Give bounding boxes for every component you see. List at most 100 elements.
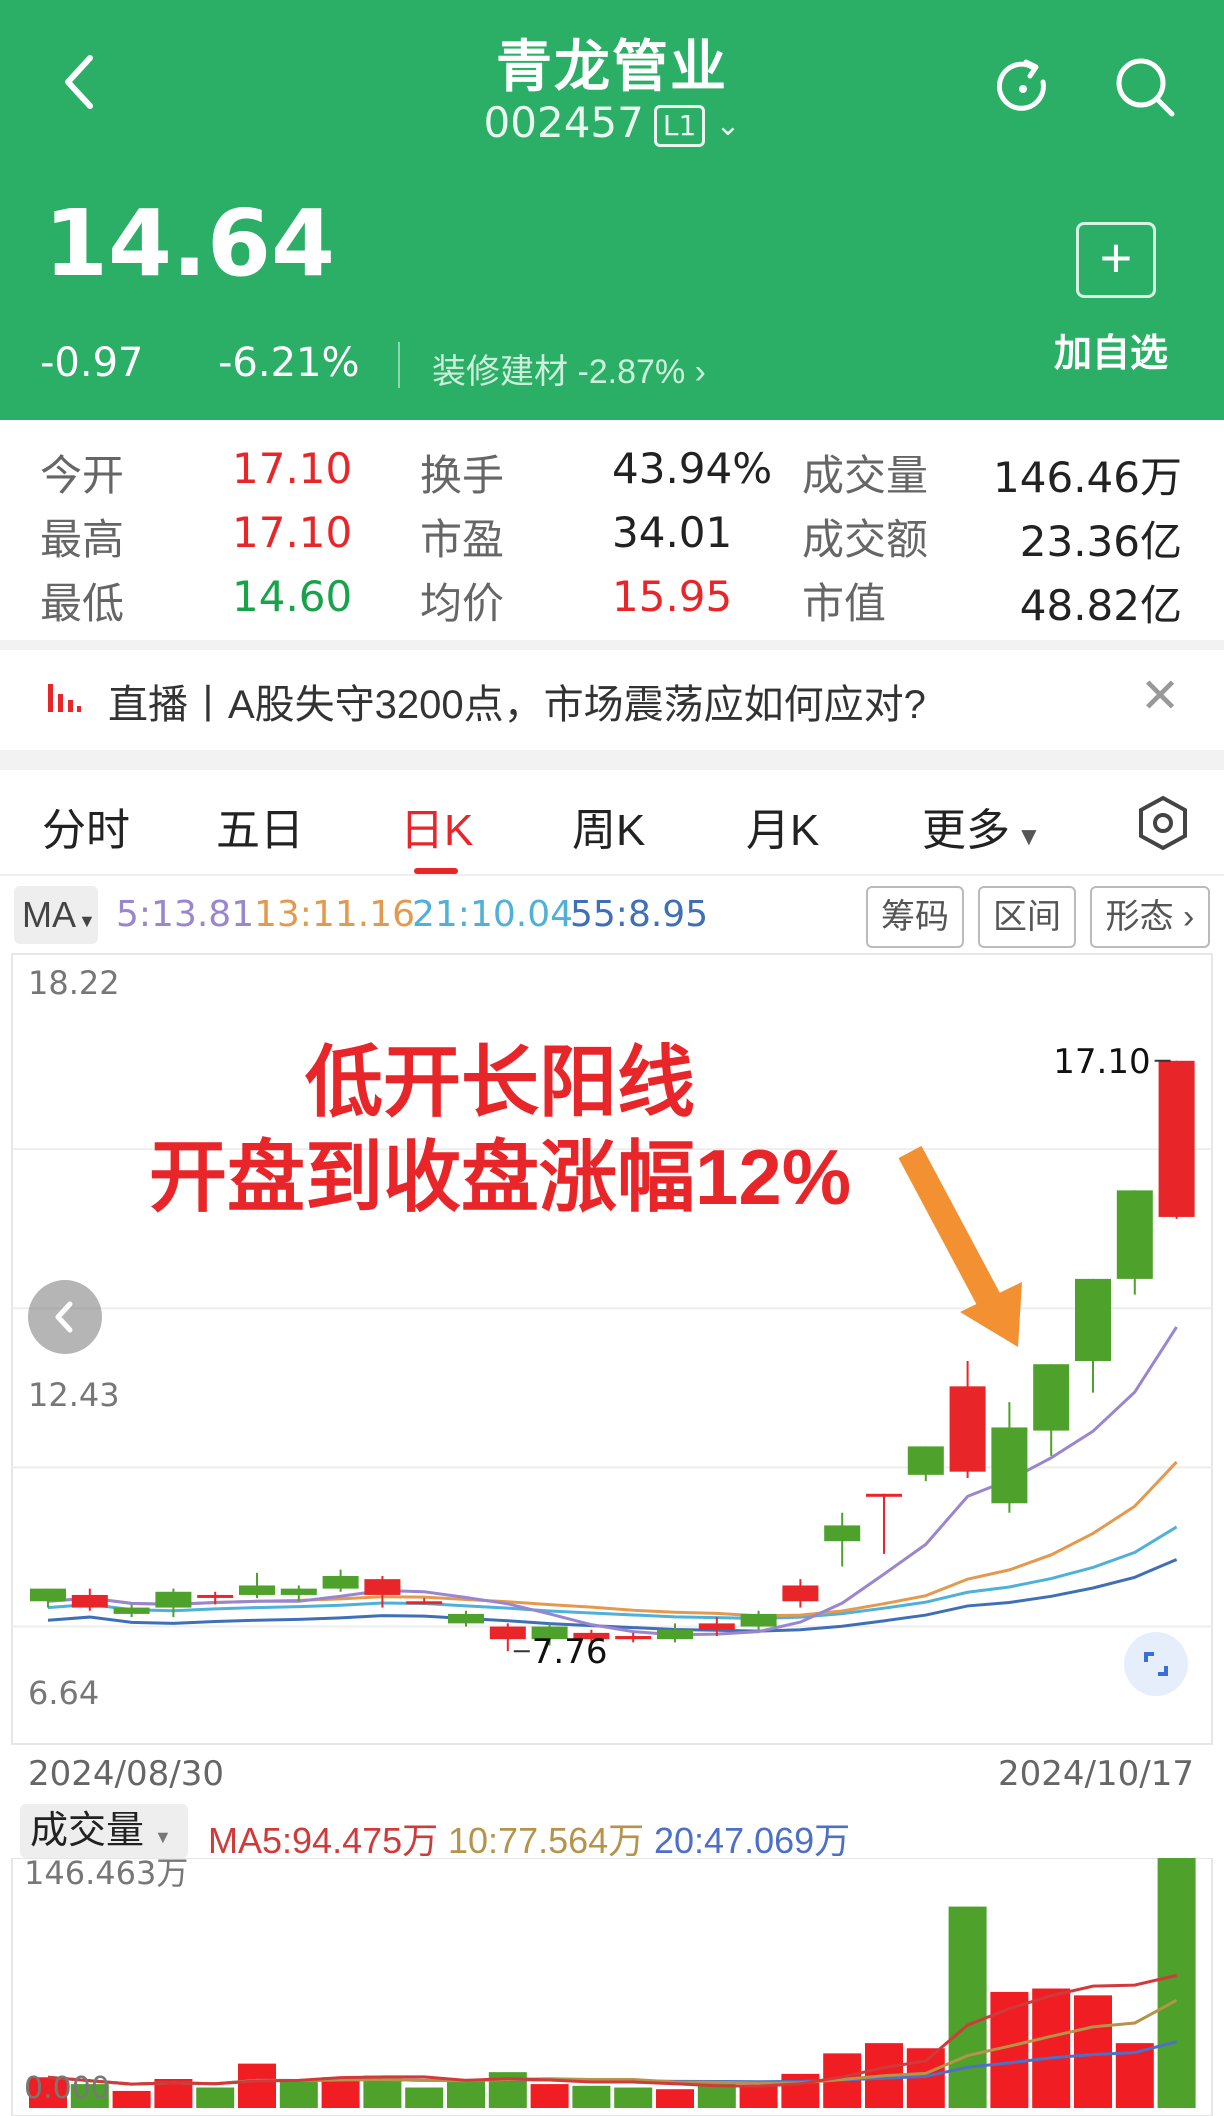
candle-body bbox=[991, 1427, 1028, 1504]
chevron-down-icon[interactable]: ⌄ bbox=[715, 108, 740, 143]
volume-bar bbox=[405, 2087, 444, 2108]
y-tick-label: 18.22 bbox=[28, 964, 120, 1002]
close-icon[interactable]: ✕ bbox=[1140, 668, 1180, 724]
news-text[interactable]: 直播丨A股失守3200点，市场震荡应如何应对? bbox=[108, 672, 926, 730]
add-watchlist-label[interactable]: 加自选 bbox=[1054, 322, 1168, 377]
stat-value-mktcap: 48.82亿 bbox=[1019, 581, 1182, 630]
add-watchlist-button[interactable]: + bbox=[1076, 222, 1156, 298]
volume-bar bbox=[196, 2087, 235, 2108]
stat-label: 今开 bbox=[40, 452, 125, 499]
candle-body bbox=[448, 1613, 484, 1624]
volume-bar bbox=[781, 2073, 820, 2108]
tab-five-day[interactable]: 五日 bbox=[216, 794, 304, 858]
vol-ma5-value: MA5:94.475万 bbox=[208, 1820, 439, 1861]
vol-ma10-value: 10:77.564万 bbox=[448, 1820, 645, 1861]
candle-body bbox=[113, 1607, 150, 1614]
volume-min-label: 0.000 bbox=[24, 2071, 110, 2106]
ma13-value: 13:11.16 bbox=[254, 894, 415, 935]
candle-body bbox=[489, 1626, 526, 1640]
tab-intraday[interactable]: 分时 bbox=[42, 794, 130, 858]
candle-body bbox=[866, 1493, 902, 1497]
high-label: 17.10 bbox=[1053, 1042, 1150, 1082]
stat-value-open: 17.10 bbox=[232, 444, 353, 493]
candle-body bbox=[30, 1588, 66, 1602]
volume-bar bbox=[321, 2077, 360, 2108]
pattern-button[interactable]: 形态 › bbox=[1090, 886, 1210, 948]
quote-stats: 今开 17.10 最高 17.10 最低 14.60 换手 43.94% 市盈 … bbox=[0, 420, 1224, 650]
low-label: 7.76 bbox=[532, 1632, 608, 1672]
volume-frame bbox=[11, 1858, 1213, 2116]
search-icon[interactable] bbox=[1110, 52, 1180, 122]
date-end: 2024/10/17 bbox=[998, 1754, 1194, 1794]
volume-bar bbox=[1157, 1858, 1196, 2108]
candle-body bbox=[1075, 1278, 1111, 1362]
candle-body bbox=[406, 1601, 443, 1605]
candle-body bbox=[782, 1585, 819, 1602]
candle-body bbox=[155, 1591, 192, 1608]
tab-daily-k[interactable]: 日K bbox=[400, 794, 473, 858]
candle-body bbox=[364, 1579, 401, 1595]
price-change-pct: -6.21% bbox=[218, 340, 360, 386]
price-change: -0.97 bbox=[40, 340, 144, 386]
stat-label: 最高 bbox=[40, 516, 125, 563]
ma-label: MA bbox=[22, 894, 76, 935]
candle-body bbox=[1116, 1190, 1153, 1279]
annotation-line2: 开盘到收盘涨幅12% bbox=[148, 1133, 852, 1221]
volume-legend-row: 成交量 ▼ MA5:94.475万 10:77.564万 20:47.069万 bbox=[0, 1798, 1224, 1861]
stat-label: 市盈 bbox=[420, 516, 505, 563]
candle-body bbox=[239, 1585, 275, 1595]
volume-label: 成交量 bbox=[30, 1810, 145, 1852]
tab-more-label: 更多 bbox=[922, 806, 1010, 855]
volume-bar bbox=[948, 1906, 987, 2108]
volume-bar bbox=[1032, 1988, 1071, 2108]
stat-value-amount: 23.36亿 bbox=[1019, 517, 1182, 566]
divider bbox=[0, 750, 1224, 770]
sector-link[interactable]: 装修建材 -2.87% › bbox=[432, 344, 706, 393]
ma55-value: 55:8.95 bbox=[570, 894, 709, 935]
ma21-value: 21:10.04 bbox=[412, 894, 573, 935]
stat-value-low: 14.60 bbox=[232, 572, 353, 621]
stock-header: 青龙管业 002457 L1 ⌄ 14.64 -0.97 -6.21% 装修建材 -… bbox=[0, 0, 1224, 420]
stat-label: 市值 bbox=[802, 580, 887, 627]
divider bbox=[398, 342, 400, 388]
stock-code: 002457 bbox=[483, 98, 644, 147]
candle-body bbox=[615, 1636, 652, 1640]
ma21-line bbox=[47, 1525, 1178, 1620]
tab-monthly-k[interactable]: 月K bbox=[746, 794, 819, 858]
candle-body bbox=[907, 1446, 944, 1475]
volume-bar bbox=[1074, 1995, 1112, 2108]
candle-body bbox=[1158, 1060, 1195, 1217]
settings-hex-icon[interactable] bbox=[1134, 794, 1192, 852]
chips-button[interactable]: 筹码 bbox=[866, 886, 964, 948]
volume-selector[interactable]: 成交量 ▼ bbox=[20, 1804, 188, 1858]
stat-label: 换手 bbox=[420, 452, 505, 499]
current-price: 14.64 bbox=[44, 190, 336, 297]
volume-bar bbox=[739, 2085, 778, 2108]
fullscreen-icon[interactable] bbox=[1124, 1632, 1188, 1696]
ma-selector[interactable]: MA ▼ bbox=[14, 886, 98, 944]
range-button[interactable]: 区间 bbox=[978, 886, 1076, 948]
active-tab-indicator bbox=[414, 868, 458, 874]
volume-bar bbox=[279, 2080, 318, 2108]
candle-body bbox=[322, 1575, 359, 1589]
y-tick-label: 12.43 bbox=[28, 1376, 120, 1414]
tab-weekly-k[interactable]: 周K bbox=[572, 794, 645, 858]
chevron-left-icon[interactable] bbox=[28, 1280, 102, 1354]
caret-down-icon: ▼ bbox=[154, 1827, 172, 1847]
live-bars-icon bbox=[48, 684, 81, 712]
tab-more[interactable]: 更多 ▼ bbox=[922, 794, 1042, 858]
candle-body bbox=[1033, 1364, 1070, 1431]
volume-bar bbox=[447, 2080, 485, 2108]
volume-max-label: 146.463万 bbox=[24, 1858, 188, 1892]
volume-chart[interactable]: 146.463万 0.000 bbox=[0, 1858, 1224, 2116]
volume-bar bbox=[530, 2084, 569, 2108]
volume-bar bbox=[112, 2090, 151, 2108]
stat-value-turnover: 43.94% bbox=[612, 444, 773, 493]
volume-bar bbox=[614, 2087, 653, 2108]
candle-body bbox=[949, 1386, 986, 1472]
refresh-icon[interactable] bbox=[988, 52, 1058, 122]
live-news-banner[interactable]: 直播丨A股失守3200点，市场震荡应如何应对? ✕ bbox=[0, 650, 1224, 750]
level-badge: L1 bbox=[653, 104, 706, 147]
vol-ma20-value: 20:47.069万 bbox=[654, 1820, 851, 1861]
stat-value-avg: 15.95 bbox=[612, 572, 733, 621]
